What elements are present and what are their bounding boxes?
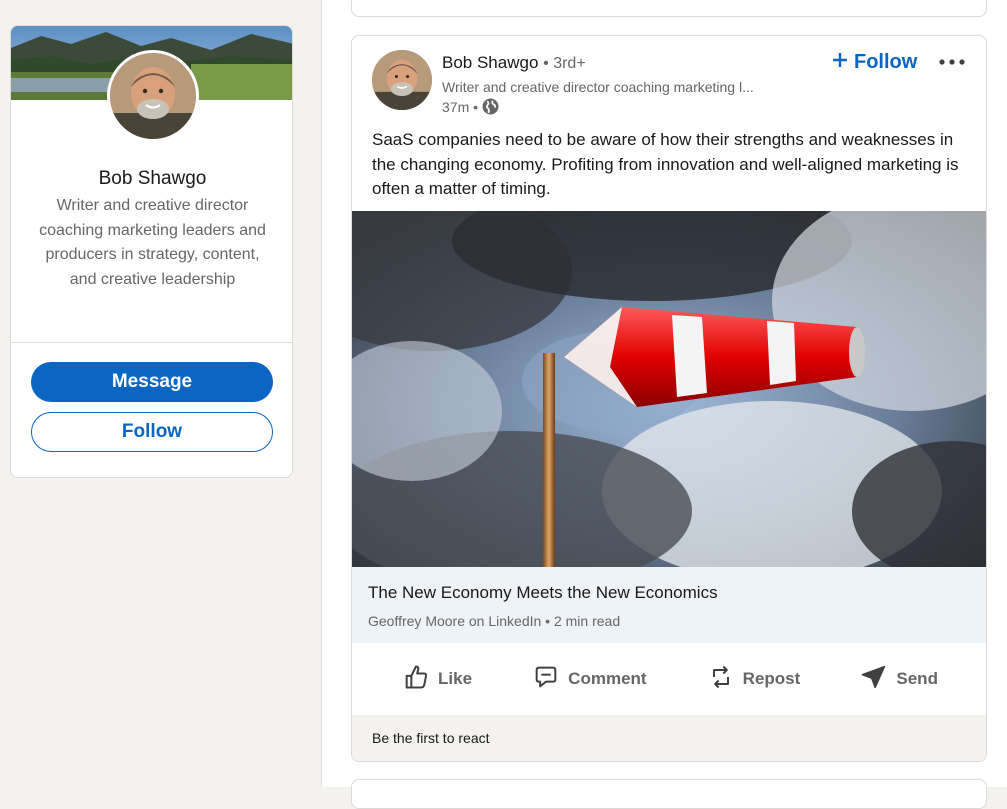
- connection-degree: • 3rd+: [543, 55, 586, 72]
- comment-icon: [532, 663, 560, 696]
- more-horizontal-icon[interactable]: [937, 50, 967, 74]
- article-link-preview[interactable]: The New Economy Meets the New Economics …: [352, 567, 986, 643]
- repost-button[interactable]: Repost: [707, 663, 801, 696]
- post-article-image[interactable]: [352, 211, 986, 567]
- post-follow-button[interactable]: Follow: [832, 50, 917, 74]
- profile-headline: Writer and creative director coaching ma…: [39, 197, 266, 288]
- next-post-card: [351, 779, 987, 809]
- comment-button[interactable]: Comment: [532, 663, 647, 696]
- post-card: Bob Shawgo • 3rd+ Writer and creative di…: [351, 35, 987, 762]
- previous-post-card: [351, 0, 987, 17]
- message-button[interactable]: Message: [31, 362, 273, 402]
- article-title[interactable]: The New Economy Meets the New Economics: [368, 583, 718, 603]
- post-text: SaaS companies need to be aware of how t…: [372, 130, 959, 199]
- post-time: 37m •: [442, 98, 479, 115]
- send-button[interactable]: Send: [860, 663, 938, 696]
- post-action-bar: Like Comment Repost Send: [352, 643, 986, 715]
- reactions-text: Be the first to react: [372, 730, 490, 746]
- thumbs-up-icon: [402, 663, 430, 696]
- repost-label: Repost: [742, 669, 801, 688]
- post-author-line: Bob Shawgo • 3rd+: [442, 53, 586, 73]
- post-author-avatar[interactable]: [372, 50, 432, 110]
- profile-follow-button[interactable]: Follow: [31, 412, 273, 452]
- plus-icon: [832, 51, 848, 74]
- divider: [11, 342, 292, 343]
- reactions-bar: Be the first to react: [352, 715, 986, 761]
- post-author-name[interactable]: Bob Shawgo: [442, 53, 538, 72]
- post-follow-label: Follow: [854, 50, 918, 73]
- post-author-headline: Writer and creative director coaching ma…: [442, 79, 754, 95]
- article-source: Geoffrey Moore on LinkedIn • 2 min read: [368, 613, 621, 629]
- repost-icon: [707, 663, 735, 696]
- like-button[interactable]: Like: [402, 663, 472, 696]
- profile-avatar[interactable]: [107, 50, 199, 142]
- profile-card: Bob Shawgo Writer and creative director …: [10, 25, 293, 478]
- send-label: Send: [896, 669, 938, 688]
- send-icon: [860, 663, 888, 696]
- profile-name[interactable]: Bob Shawgo: [11, 168, 292, 190]
- globe-icon: [482, 98, 499, 115]
- post-meta: 37m •: [442, 98, 499, 115]
- like-label: Like: [438, 669, 473, 688]
- comment-label: Comment: [568, 669, 647, 688]
